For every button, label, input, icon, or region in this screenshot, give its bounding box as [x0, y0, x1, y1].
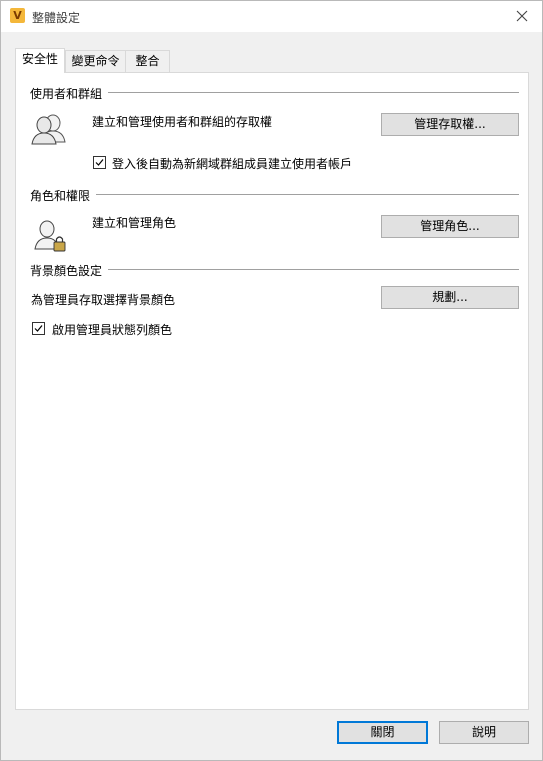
user-group-icon — [31, 114, 66, 145]
title-bar: V 整體設定 — [1, 1, 542, 32]
group-divider — [32, 194, 519, 195]
manage-roles-button[interactable]: 管理角色... — [381, 215, 519, 238]
admin-status-bar-color-label[interactable]: 啟用管理員狀態列顏色 — [52, 321, 172, 338]
auto-create-accounts-checkbox[interactable] — [93, 156, 106, 169]
locked-user-icon — [34, 220, 66, 252]
auto-create-accounts-label[interactable]: 登入後自動為新網域群組成員建立使用者帳戶 — [112, 155, 352, 172]
tab-security[interactable]: 安全性 — [15, 48, 65, 73]
app-icon: V — [10, 8, 25, 23]
manage-access-button[interactable]: 管理存取權... — [381, 113, 519, 136]
window-title: 整體設定 — [32, 11, 81, 25]
background-color-description: 為管理員存取選擇背景顏色 — [31, 293, 176, 307]
roles-title: 角色和權限 — [30, 187, 97, 204]
configure-color-button[interactable]: 規劃... — [381, 286, 519, 309]
users-groups-title: 使用者和群組 — [30, 85, 109, 102]
settings-window: V 整體設定 安全性 變更命令 整合 使用者和群組 建立和管理使用者和群組的存取… — [0, 0, 543, 761]
background-color-title: 背景顏色設定 — [30, 262, 109, 279]
close-icon — [516, 10, 528, 22]
tab-change-orders[interactable]: 變更命令 — [65, 50, 126, 72]
roles-description: 建立和管理角色 — [92, 216, 177, 230]
checkmark-icon — [34, 325, 43, 332]
close-window-button[interactable] — [507, 4, 537, 28]
help-button[interactable]: 說明 — [439, 721, 529, 744]
checkmark-icon — [95, 159, 104, 166]
close-button[interactable]: 關閉 — [337, 721, 428, 744]
admin-status-bar-color-checkbox[interactable] — [32, 322, 45, 335]
tab-integration[interactable]: 整合 — [125, 50, 170, 72]
security-panel: 使用者和群組 建立和管理使用者和群組的存取權 管理存取權... 登入後自動為新網… — [15, 72, 529, 710]
users-groups-description: 建立和管理使用者和群組的存取權 — [92, 115, 273, 129]
